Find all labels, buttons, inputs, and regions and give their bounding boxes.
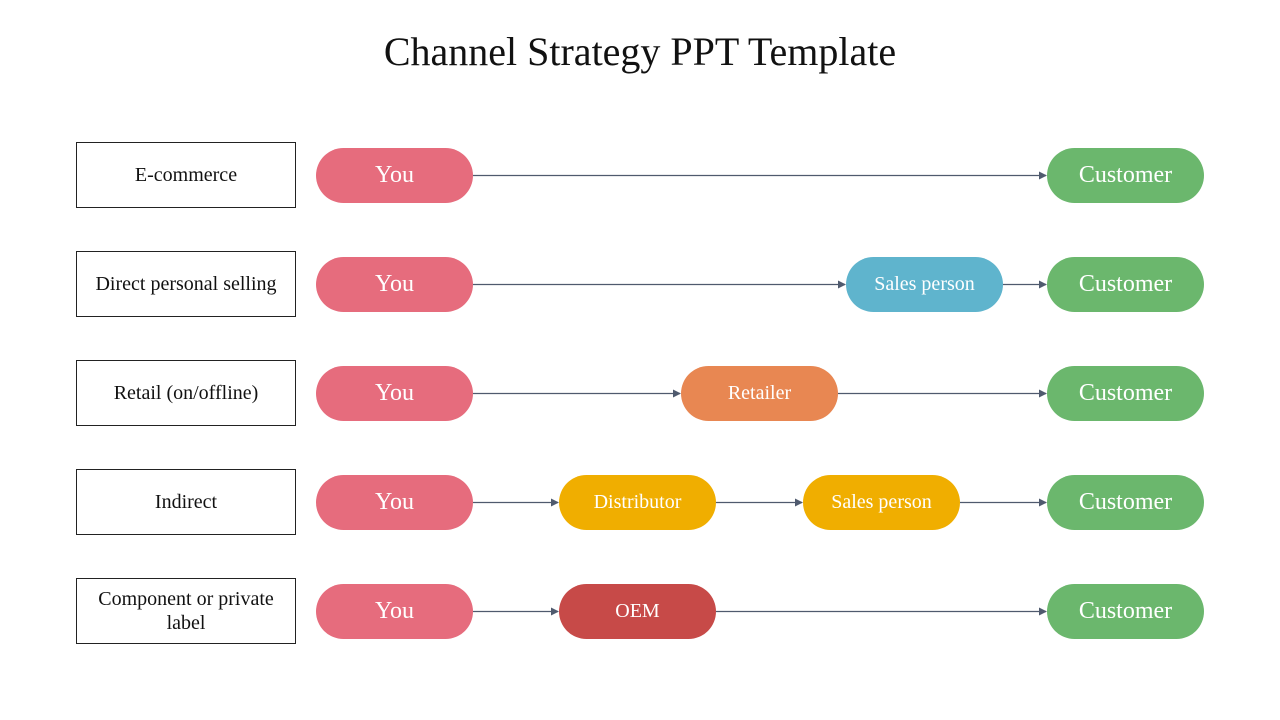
- arrows-layer: [473, 171, 1047, 616]
